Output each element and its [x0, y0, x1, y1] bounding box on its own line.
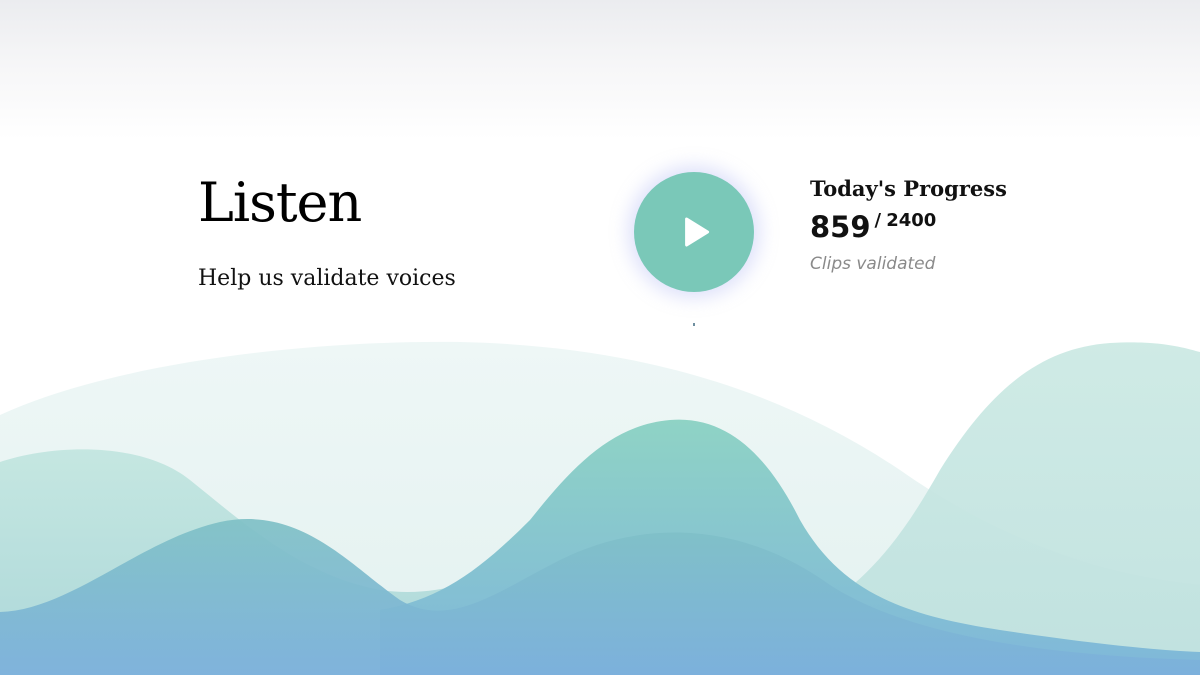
wave-background [0, 341, 1200, 675]
progress-counter: 859/ 2400 [810, 210, 936, 244]
progress-goal-count: 2400 [886, 210, 937, 231]
progress-title: Today's Progress [810, 176, 1007, 201]
progress-current-count: 859 [810, 210, 871, 244]
listen-page: Listen Help us validate voices Today's P… [0, 0, 1200, 675]
play-icon [685, 217, 710, 247]
play-clip-button[interactable] [634, 172, 754, 292]
audio-indicator-dot [693, 323, 695, 326]
page-subtitle: Help us validate voices [198, 266, 456, 291]
page-title: Listen [198, 171, 362, 234]
progress-separator: / [874, 210, 882, 231]
progress-caption: Clips validated [810, 254, 936, 274]
